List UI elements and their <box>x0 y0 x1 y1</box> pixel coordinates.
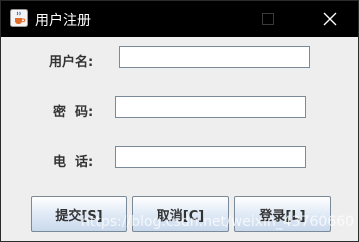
title-bar[interactable]: 用户注册 <box>1 1 358 37</box>
password-input[interactable] <box>115 96 306 118</box>
close-button[interactable] <box>307 1 353 37</box>
window-title: 用户注册 <box>35 13 91 29</box>
login-button[interactable]: 登录[L] <box>234 196 331 232</box>
minimize-icon <box>214 18 226 20</box>
close-icon <box>323 12 337 26</box>
phone-input[interactable] <box>115 146 306 168</box>
username-input[interactable] <box>119 46 310 68</box>
submit-button-label: 提交[S] <box>55 208 103 224</box>
maximize-button[interactable] <box>245 1 291 37</box>
phone-label: 电 话: <box>53 155 94 170</box>
username-label: 用户名: <box>49 55 94 70</box>
cancel-button-label: 取消[C] <box>156 208 205 224</box>
minimize-button[interactable] <box>197 1 243 37</box>
java-cup-icon <box>10 9 28 27</box>
submit-button[interactable]: 提交[S] <box>31 196 127 232</box>
register-window: 用户注册 用户名: 密 码: 电 话: 提交[S] 取消[C] 登录[L] ht… <box>0 0 359 242</box>
cancel-button[interactable]: 取消[C] <box>132 196 229 232</box>
maximize-icon <box>262 13 274 25</box>
password-label: 密 码: <box>53 105 94 120</box>
login-button-label: 登录[L] <box>259 208 306 224</box>
